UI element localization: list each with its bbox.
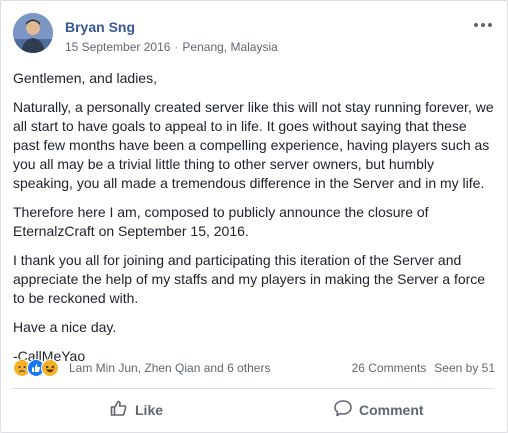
author-name[interactable]: Bryan Sng xyxy=(65,19,135,35)
like-label: Like xyxy=(135,402,164,418)
more-options-icon[interactable] xyxy=(473,17,493,28)
reaction-icons[interactable] xyxy=(13,359,67,377)
post-date[interactable]: 15 September 2016 xyxy=(65,40,170,54)
post-paragraph: I thank you all for joining and particip… xyxy=(13,252,486,306)
actions-divider xyxy=(13,388,495,389)
post-paragraph: Gentlemen, and ladies, xyxy=(13,70,157,86)
post-body: Gentlemen, and ladies, Naturally, a pers… xyxy=(13,69,495,376)
meta-separator: · xyxy=(174,40,179,54)
reaction-names[interactable]: Lam Min Jun, Zhen Qian and 6 others xyxy=(69,361,270,375)
like-icon xyxy=(110,400,127,416)
post-location[interactable]: Penang, Malaysia xyxy=(182,40,277,54)
haha-reaction-icon xyxy=(41,359,59,377)
post-meta: 15 September 2016 · Penang, Malaysia xyxy=(65,40,278,54)
post-paragraph: Have a nice day. xyxy=(13,319,117,335)
post-paragraph: Therefore here I am, composed to publicl… xyxy=(13,204,429,239)
comment-label: Comment xyxy=(359,402,424,418)
seen-count[interactable]: Seen by 51 xyxy=(434,361,495,375)
reaction-stats: Lam Min Jun, Zhen Qian and 6 others 26 C… xyxy=(13,357,495,379)
post-card: Bryan Sng 15 September 2016 · Penang, Mala… xyxy=(0,0,508,433)
avatar[interactable] xyxy=(13,13,53,53)
post-header: Bryan Sng 15 September 2016 · Penang, Mala… xyxy=(13,13,495,57)
post-counts: 26 Comments Seen by 51 xyxy=(344,361,495,375)
comment-count[interactable]: 26 Comments xyxy=(352,361,427,375)
post-paragraph: Naturally, a personally created server l… xyxy=(13,99,494,191)
comment-icon xyxy=(334,400,352,417)
